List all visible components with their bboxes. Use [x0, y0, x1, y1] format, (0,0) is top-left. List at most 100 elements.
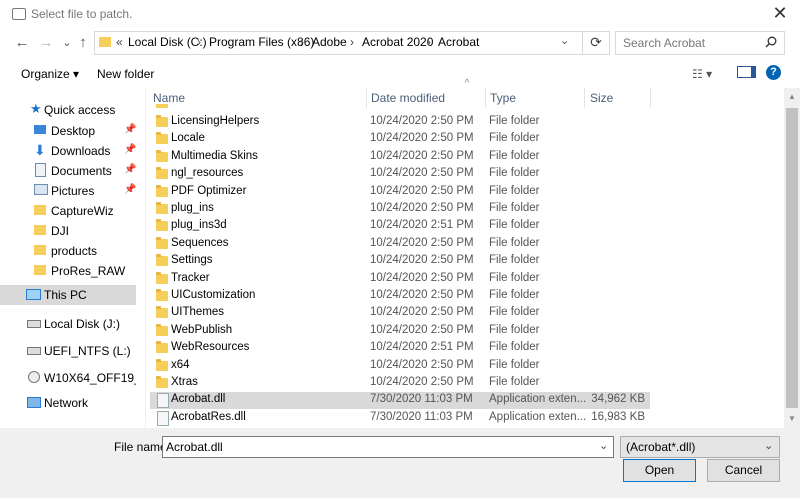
scroll-down-arrow[interactable]: ▼ [787, 414, 797, 424]
drive-icon [27, 347, 41, 355]
dll-file-icon [157, 410, 169, 426]
sidebar-item-downloads[interactable]: ⬇ Downloads 📌 [0, 141, 136, 161]
table-row[interactable]: plug_ins 10/24/2020 2:50 PM File folder [150, 201, 650, 218]
breadcrumb-item[interactable]: Adobe [312, 35, 347, 49]
refresh-button[interactable]: ⟳ [582, 31, 609, 55]
file-date: 7/30/2020 11:03 PM [370, 410, 473, 423]
breadcrumb-separator[interactable]: › [427, 35, 431, 49]
preview-pane-icon[interactable] [737, 66, 756, 78]
table-row[interactable]: Locale 10/24/2020 2:50 PM File folder [150, 131, 650, 148]
sidebar-item-pictures[interactable]: Pictures 📌 [0, 181, 136, 201]
sidebar-item-desktop[interactable]: Desktop 📌 [0, 121, 136, 141]
table-row[interactable]: Multimedia Skins 10/24/2020 2:50 PM File… [150, 149, 650, 166]
file-type: File folder [489, 323, 540, 336]
file-name-field[interactable]: Acrobat.dll ⌄ [162, 436, 614, 458]
scrollbar-thumb[interactable] [786, 108, 798, 408]
sidebar-item-drive-l[interactable]: UEFI_NTFS (L:) [0, 341, 136, 361]
folder-icon [156, 358, 168, 371]
file-name: Multimedia Skins [171, 149, 258, 162]
table-row[interactable]: Tracker 10/24/2020 2:50 PM File folder [150, 271, 650, 288]
pictures-icon [34, 184, 48, 195]
file-name: LicensingHelpers [171, 115, 260, 127]
table-row[interactable]: Xtras 10/24/2020 2:50 PM File folder [150, 375, 650, 392]
sidebar-quick-access[interactable]: Quick access [44, 103, 115, 117]
table-row[interactable]: UIThemes 10/24/2020 2:50 PM File folder [150, 305, 650, 322]
file-date: 10/24/2020 2:50 PM [370, 323, 474, 336]
folder-icon [156, 132, 168, 145]
sidebar-item-dvd-drive[interactable]: W10X64_OFF19_ENU_ [0, 368, 136, 388]
window-title: Select file to patch. [31, 7, 133, 21]
file-type: File folder [489, 219, 540, 232]
file-name: UIThemes [171, 306, 225, 319]
file-name: ngl_resources [171, 167, 244, 180]
sidebar-item-network[interactable]: Network [0, 393, 136, 413]
sidebar-item-label: Documents [51, 164, 112, 178]
address-dropdown-button[interactable]: ⌄ [560, 34, 569, 47]
file-date: 10/24/2020 2:50 PM [370, 115, 474, 127]
file-type: File folder [489, 115, 540, 127]
scroll-up-arrow[interactable]: ▲ [787, 92, 797, 102]
file-type-filter[interactable]: (Acrobat*.dll) ⌄ [620, 436, 780, 458]
star-icon: ★ [30, 101, 42, 116]
breadcrumb-overflow[interactable]: « [116, 35, 123, 49]
pin-icon: 📌 [124, 164, 137, 175]
table-row[interactable]: x64 10/24/2020 2:50 PM File folder [150, 358, 650, 375]
table-row[interactable]: PDF Optimizer 10/24/2020 2:50 PM File fo… [150, 184, 650, 201]
back-button[interactable]: ← [12, 34, 32, 52]
open-button[interactable]: Open [623, 459, 696, 482]
sidebar-item-drive-j[interactable]: Local Disk (J:) [0, 314, 136, 334]
filter-dropdown-button[interactable]: ⌄ [764, 439, 773, 452]
table-row[interactable]: Settings 10/24/2020 2:50 PM File folder [150, 253, 650, 270]
file-name: UICustomization [171, 289, 256, 301]
search-input[interactable]: Search Acrobat [623, 36, 705, 50]
column-divider[interactable] [650, 88, 651, 108]
table-row[interactable]: WebPublish 10/24/2020 2:50 PM File folde… [150, 323, 650, 340]
table-row[interactable]: Sequences 10/24/2020 2:50 PM File folder [150, 236, 650, 253]
breadcrumb-separator[interactable]: › [197, 35, 201, 49]
download-icon: ⬇ [34, 142, 46, 158]
table-row[interactable]: AcrobatRes.dll 7/30/2020 11:03 PM Applic… [150, 410, 650, 427]
file-type: Application exten... [489, 410, 587, 423]
cancel-button[interactable]: Cancel [707, 459, 780, 482]
file-date: 10/24/2020 2:50 PM [370, 271, 474, 284]
table-row[interactable]: ngl_resources 10/24/2020 2:50 PM File fo… [150, 166, 650, 183]
sidebar-item-label: Pictures [51, 184, 95, 198]
sidebar-item-this-pc[interactable]: This PC [0, 285, 136, 305]
organize-button[interactable]: Organize ▾ [21, 67, 79, 81]
file-date: 10/24/2020 2:50 PM [370, 306, 474, 319]
pane-divider[interactable] [145, 88, 146, 428]
folder-icon [156, 376, 168, 388]
breadcrumb-item[interactable]: Local Disk (C:) [128, 35, 207, 49]
table-row[interactable]: WebResources 10/24/2020 2:51 PM File fol… [150, 340, 650, 357]
close-button[interactable]: ✕ [768, 3, 792, 23]
file-type: File folder [489, 236, 540, 249]
up-button[interactable]: ↑ [73, 34, 93, 52]
sidebar-item-products[interactable]: products [0, 241, 136, 261]
breadcrumb-item[interactable]: Acrobat [438, 35, 479, 49]
breadcrumb-item[interactable]: Program Files (x86) [209, 35, 314, 49]
sidebar-item-capturewiz[interactable]: CaptureWiz [0, 201, 136, 221]
dll-file-icon [157, 393, 169, 409]
file-date: 10/24/2020 2:50 PM [370, 149, 474, 162]
breadcrumb-separator[interactable]: › [300, 35, 304, 49]
breadcrumb-item[interactable]: Acrobat 2020 [362, 35, 433, 49]
folder-icon [156, 254, 168, 267]
sidebar-item-documents[interactable]: Documents 📌 [0, 161, 136, 181]
search-icon[interactable] [765, 36, 777, 48]
table-row[interactable]: plug_ins3d 10/24/2020 2:51 PM File folde… [150, 218, 650, 235]
table-row-selected[interactable]: Acrobat.dll 7/30/2020 11:03 PM Applicati… [150, 392, 650, 410]
breadcrumb-separator[interactable]: › [350, 35, 354, 49]
file-name-input[interactable]: Acrobat.dll [166, 440, 223, 454]
file-list: LicensingHelpers 10/24/2020 2:50 PM File… [150, 114, 650, 429]
file-name: plug_ins [171, 202, 214, 214]
new-folder-button[interactable]: New folder [97, 67, 154, 81]
file-name: plug_ins3d [171, 219, 227, 232]
table-row[interactable]: UICustomization 10/24/2020 2:50 PM File … [150, 288, 650, 305]
file-name-dropdown-button[interactable]: ⌄ [599, 439, 608, 452]
sidebar-item-dji[interactable]: DJI [0, 221, 136, 241]
file-name: Sequences [171, 236, 229, 249]
sidebar-item-prores-raw[interactable]: ProRes_RAW [0, 261, 136, 281]
table-row[interactable]: LicensingHelpers 10/24/2020 2:50 PM File… [150, 114, 650, 131]
computer-icon [26, 289, 41, 300]
forward-button[interactable]: → [36, 34, 56, 52]
